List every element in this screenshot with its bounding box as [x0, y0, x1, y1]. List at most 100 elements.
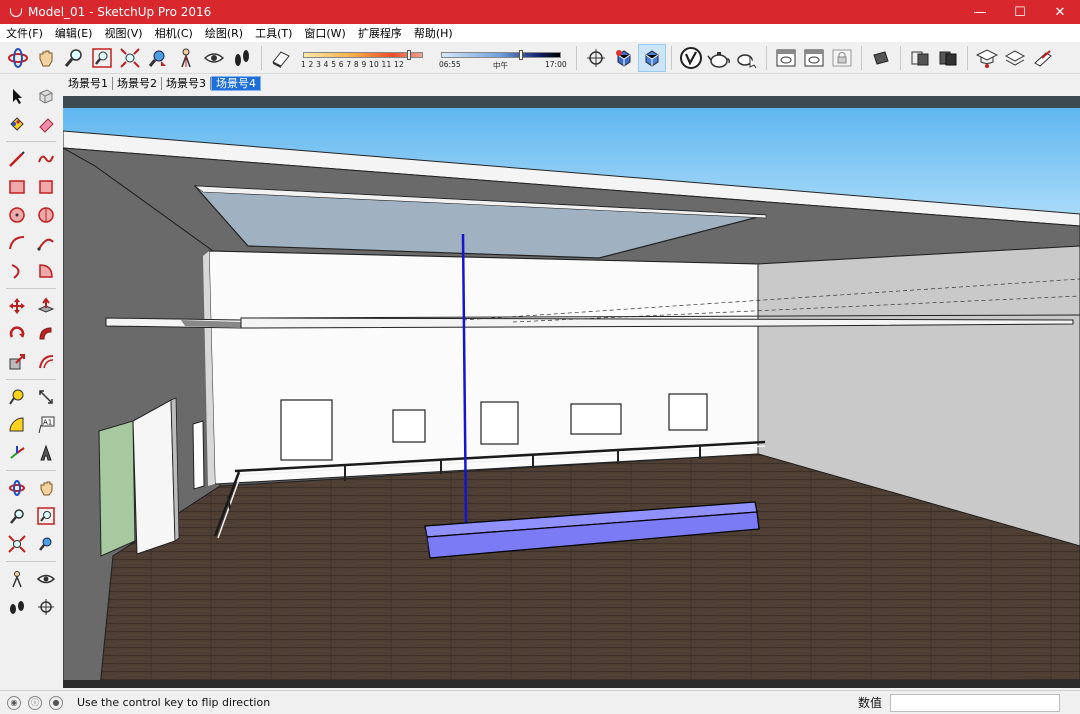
lock-camera-icon[interactable] — [828, 44, 856, 72]
light-spot-icon[interactable] — [934, 44, 962, 72]
geolocation-icon[interactable]: ◉ — [7, 695, 21, 710]
circle-icon[interactable] — [3, 201, 31, 229]
walk-tool-icon[interactable] — [3, 593, 31, 621]
move-icon[interactable] — [3, 292, 31, 320]
rotate-icon[interactable] — [3, 320, 31, 348]
display-section-cuts-icon[interactable] — [638, 43, 666, 72]
menu-bar: 文件(F) 编辑(E) 视图(V) 相机(C) 绘图(R) 工具(T) 窗口(W… — [0, 24, 1080, 42]
make-component-icon[interactable] — [33, 82, 61, 110]
zoom-extents-icon[interactable] — [116, 44, 144, 72]
tab-scene-1[interactable]: 场景号1 — [64, 76, 113, 90]
vray-icon[interactable] — [677, 44, 705, 72]
line-tool-icon[interactable] — [3, 145, 31, 173]
picture-frame — [480, 401, 519, 445]
minimize-button[interactable]: — — [960, 0, 1000, 24]
zoom-icon[interactable] — [60, 44, 88, 72]
position-camera-icon[interactable] — [172, 44, 200, 72]
maximize-button[interactable]: ☐ — [1000, 0, 1040, 24]
follow-me-icon[interactable] — [1029, 44, 1057, 72]
interactive-render-icon[interactable] — [733, 44, 761, 72]
rotated-rectangle-icon[interactable] — [33, 173, 61, 201]
orbit-tool-icon[interactable] — [3, 474, 31, 502]
text-tool-icon[interactable]: A1 — [33, 411, 61, 439]
picture-frame — [280, 399, 333, 461]
look-around-tool-icon[interactable] — [33, 565, 61, 593]
display-section-planes-icon[interactable] — [610, 44, 638, 72]
time-end-label: 17:00 — [545, 59, 567, 69]
tape-measure-icon[interactable] — [3, 383, 31, 411]
zoom-tool-icon[interactable] — [3, 502, 31, 530]
measurements-input[interactable] — [890, 693, 1060, 712]
large-tool-set: A1 — [0, 82, 62, 688]
three-point-arc-icon[interactable] — [3, 257, 31, 285]
select-icon[interactable] — [3, 82, 31, 110]
layers-icon[interactable] — [1001, 44, 1029, 72]
close-button[interactable]: ✕ — [1040, 0, 1080, 24]
arc-icon[interactable] — [3, 229, 31, 257]
menu-draw[interactable]: 绘图(R) — [205, 25, 249, 41]
menu-view[interactable]: 视图(V) — [104, 25, 148, 41]
offset-icon[interactable] — [33, 348, 61, 376]
section-plane-icon[interactable] — [582, 44, 610, 72]
light-rect-icon[interactable] — [867, 44, 895, 72]
paint-bucket-icon[interactable] — [3, 110, 31, 138]
zoom-window-tool-icon[interactable] — [33, 502, 61, 530]
previous-tool-icon[interactable] — [33, 530, 61, 558]
follow-me-tool-icon[interactable] — [33, 320, 61, 348]
menu-tools[interactable]: 工具(T) — [255, 25, 298, 41]
polygon-icon[interactable] — [33, 201, 61, 229]
light-sphere-icon[interactable] — [906, 44, 934, 72]
model-scene — [63, 96, 1080, 688]
pan-tool-icon[interactable] — [33, 474, 61, 502]
menu-edit[interactable]: 编辑(E) — [55, 25, 99, 41]
frame-buffer-icon[interactable] — [772, 44, 800, 72]
time-start-label: 06:55 — [439, 59, 461, 69]
tab-scene-3[interactable]: 场景号3 — [162, 76, 211, 90]
month-tick-labels: 1 2 3 4 5 6 7 8 9 10 11 12 — [301, 59, 405, 69]
status-message: Use the control key to flip direction — [77, 696, 271, 709]
freehand-icon[interactable] — [33, 145, 61, 173]
zoom-window-icon[interactable] — [88, 44, 116, 72]
orbit-icon[interactable] — [4, 44, 32, 72]
eraser-icon[interactable] — [33, 110, 61, 138]
3d-text-icon[interactable] — [33, 439, 61, 467]
shadow-date-slider[interactable]: 1 2 3 4 5 6 7 8 9 10 11 12 — [299, 44, 429, 72]
tab-scene-4[interactable]: 场景号4 — [211, 75, 261, 91]
3d-viewport[interactable] — [63, 96, 1080, 688]
protractor-icon[interactable] — [3, 411, 31, 439]
menu-extensions[interactable]: 扩展程序 — [358, 25, 408, 41]
graduation-cap-icon[interactable] — [973, 44, 1001, 72]
section-plane-tool-icon[interactable] — [33, 593, 61, 621]
dimension-icon[interactable] — [33, 383, 61, 411]
axes-icon[interactable] — [3, 439, 31, 467]
shadow-settings-icon[interactable] — [267, 44, 295, 72]
menu-camera[interactable]: 相机(C) — [155, 25, 199, 41]
picture-frame — [668, 393, 708, 431]
status-bar: ◉ ⓘ ● Use the control key to flip direct… — [0, 690, 1080, 714]
rectangle-icon[interactable] — [3, 173, 31, 201]
render-teapot-icon[interactable] — [705, 44, 733, 72]
zoom-extents-tool-icon[interactable] — [3, 530, 31, 558]
window-title: Model_01 - SketchUp Pro 2016 — [28, 5, 212, 19]
walk-icon[interactable] — [228, 44, 256, 72]
scene-tabs: 场景号1 场景号2 场景号3 场景号4 — [64, 75, 261, 91]
credits-icon[interactable]: ⓘ — [28, 695, 42, 710]
look-around-icon[interactable] — [200, 44, 228, 72]
push-pull-icon[interactable] — [33, 292, 61, 320]
shadow-time-slider[interactable]: 06:55 中午 17:00 — [437, 44, 567, 72]
previous-view-icon[interactable] — [144, 44, 172, 72]
menu-window[interactable]: 窗口(W) — [304, 25, 351, 41]
user-account-icon[interactable]: ● — [49, 695, 63, 710]
pie-icon[interactable] — [33, 257, 61, 285]
render-region-icon[interactable] — [800, 44, 828, 72]
position-camera-tool-icon[interactable] — [3, 565, 31, 593]
pan-icon[interactable] — [32, 44, 60, 72]
menu-help[interactable]: 帮助(H) — [414, 25, 459, 41]
scale-icon[interactable] — [3, 348, 31, 376]
picture-frame — [570, 403, 622, 435]
menu-file[interactable]: 文件(F) — [6, 25, 49, 41]
time-noon-label: 中午 — [493, 60, 508, 70]
two-point-arc-icon[interactable] — [33, 229, 61, 257]
tab-scene-2[interactable]: 场景号2 — [113, 76, 162, 90]
measurements-label: 数值 — [857, 696, 882, 710]
